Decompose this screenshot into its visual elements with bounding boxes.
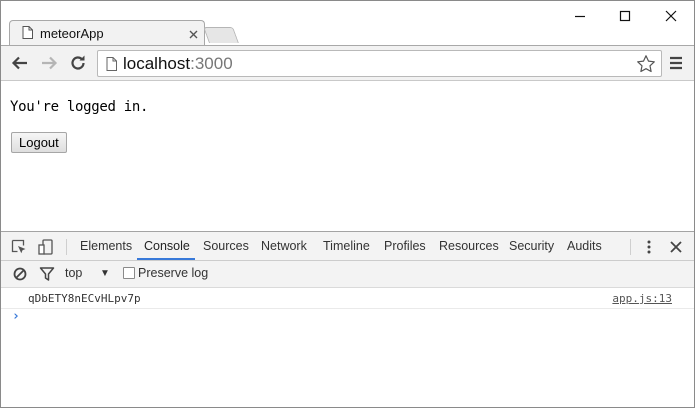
devtools-tab-bar: Elements Console Sources Network Timelin…: [1, 232, 694, 261]
context-selector[interactable]: top: [65, 266, 82, 280]
tab-profiles[interactable]: Profiles: [384, 239, 426, 253]
close-tab-icon[interactable]: [188, 27, 199, 39]
page-content: You're logged in. Logout: [1, 81, 694, 231]
minimize-icon[interactable]: [569, 5, 591, 27]
clear-console-icon[interactable]: [12, 266, 28, 282]
tab-timeline[interactable]: Timeline: [323, 239, 370, 253]
page-info-icon[interactable]: [106, 57, 117, 71]
tab-sources[interactable]: Sources: [203, 239, 249, 253]
maximize-icon[interactable]: [614, 5, 636, 27]
page-icon: [22, 26, 33, 39]
console-message-row: qDbETY8nECvHLpv7p app.js:13: [1, 289, 694, 309]
dropdown-arrow-icon[interactable]: ▼: [100, 268, 110, 279]
close-window-icon[interactable]: [660, 5, 682, 27]
inspect-element-icon[interactable]: [11, 239, 27, 255]
forward-arrow-icon[interactable]: [39, 53, 59, 73]
devtools-panel: Elements Console Sources Network Timelin…: [1, 231, 694, 407]
console-source-link[interactable]: app.js:13: [612, 292, 672, 305]
address-bar[interactable]: localhost:3000: [97, 50, 662, 77]
tab-network[interactable]: Network: [261, 239, 307, 253]
tab-security[interactable]: Security: [509, 239, 554, 253]
preserve-log-checkbox[interactable]: [123, 267, 135, 279]
chrome-menu-icon[interactable]: [668, 55, 684, 71]
more-options-icon[interactable]: [641, 239, 657, 255]
title-bar: meteorApp: [1, 1, 694, 45]
toolbar-separator: [630, 239, 631, 255]
new-tab-button[interactable]: [203, 27, 239, 43]
toolbar-separator: [66, 239, 67, 255]
browser-tab[interactable]: meteorApp: [9, 20, 205, 45]
filter-icon[interactable]: [39, 266, 55, 282]
logout-button[interactable]: Logout: [11, 132, 67, 153]
preserve-log-label: Preserve log: [138, 266, 209, 280]
url-host: localhost: [123, 54, 191, 73]
console-toolbar: top ▼ Preserve log: [1, 261, 694, 288]
console-prompt-icon[interactable]: ›: [12, 309, 20, 324]
url-port: :3000: [190, 54, 233, 73]
tab-elements[interactable]: Elements: [80, 239, 132, 253]
close-devtools-icon[interactable]: [668, 239, 684, 255]
tab-console[interactable]: Console: [144, 239, 190, 253]
bookmark-star-icon[interactable]: [636, 54, 656, 74]
back-arrow-icon[interactable]: [10, 53, 30, 73]
active-tab-indicator: [137, 258, 195, 260]
login-status-text: You're logged in.: [10, 99, 149, 115]
tab-audits[interactable]: Audits: [567, 239, 602, 253]
browser-toolbar: localhost:3000: [1, 45, 694, 81]
browser-window: meteorApp localhost:3000 You're logged i…: [0, 0, 695, 408]
tab-title: meteorApp: [40, 26, 104, 41]
console-message-text: qDbETY8nECvHLpv7p: [28, 292, 141, 305]
tab-resources[interactable]: Resources: [439, 239, 499, 253]
url-text: localhost:3000: [123, 54, 233, 74]
device-mode-icon[interactable]: [38, 239, 54, 255]
reload-icon[interactable]: [68, 53, 88, 73]
